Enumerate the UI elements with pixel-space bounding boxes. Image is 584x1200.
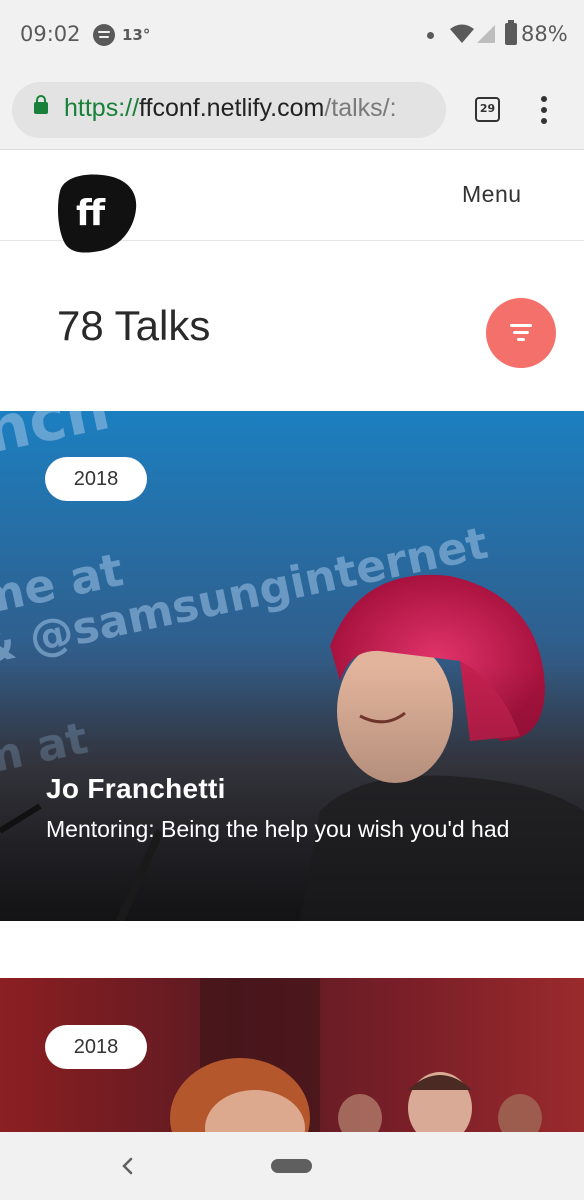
menu-button[interactable]: Menu bbox=[462, 181, 522, 208]
filter-icon-line bbox=[517, 338, 525, 341]
site-header: ff Menu bbox=[0, 151, 584, 253]
url-text[interactable]: https://ffconf.netlify.com/talks/: bbox=[64, 94, 397, 123]
status-time: 09:02 bbox=[20, 22, 81, 46]
notification-dot-icon bbox=[427, 32, 434, 39]
ff-logo[interactable]: ff bbox=[54, 171, 138, 255]
year-badge: 2018 bbox=[45, 1025, 147, 1069]
talk-card[interactable]: 2018 bbox=[0, 978, 584, 1132]
battery-percent: 88% bbox=[521, 22, 568, 46]
talk-title: Mentoring: Being the help you wish you'd… bbox=[46, 816, 510, 842]
spotify-icon bbox=[93, 24, 115, 46]
browser-toolbar: https://ffconf.netlify.com/talks/: 29 bbox=[0, 72, 584, 150]
filter-icon bbox=[510, 324, 532, 327]
status-bar: 09:02 13° 88% bbox=[0, 0, 584, 72]
address-bar[interactable]: https://ffconf.netlify.com/talks/: bbox=[12, 82, 446, 138]
tab-switcher-button[interactable]: 29 bbox=[475, 97, 500, 122]
more-options-icon[interactable] bbox=[532, 96, 556, 126]
filter-button[interactable] bbox=[486, 298, 556, 368]
url-path: /talks/: bbox=[324, 94, 397, 122]
logo-text: ff bbox=[76, 193, 106, 234]
filter-icon-line bbox=[513, 331, 529, 334]
status-temperature: 13° bbox=[122, 26, 151, 44]
speaker-name: Jo Franchetti bbox=[46, 773, 226, 804]
year-badge: 2018 bbox=[45, 457, 147, 501]
talk-card[interactable]: nch me at & @samsunginternet m at 2018 J… bbox=[0, 411, 584, 921]
home-button[interactable] bbox=[271, 1159, 312, 1173]
wifi-icon bbox=[450, 24, 474, 43]
lock-icon bbox=[34, 95, 48, 114]
url-scheme: https:// bbox=[64, 94, 140, 122]
signal-icon bbox=[477, 25, 495, 43]
url-host: ffconf.netlify.com bbox=[139, 94, 325, 122]
back-icon[interactable] bbox=[116, 1152, 140, 1180]
system-nav-bar bbox=[0, 1132, 584, 1200]
page-title: 78 Talks bbox=[57, 302, 211, 349]
battery-icon bbox=[505, 20, 517, 45]
